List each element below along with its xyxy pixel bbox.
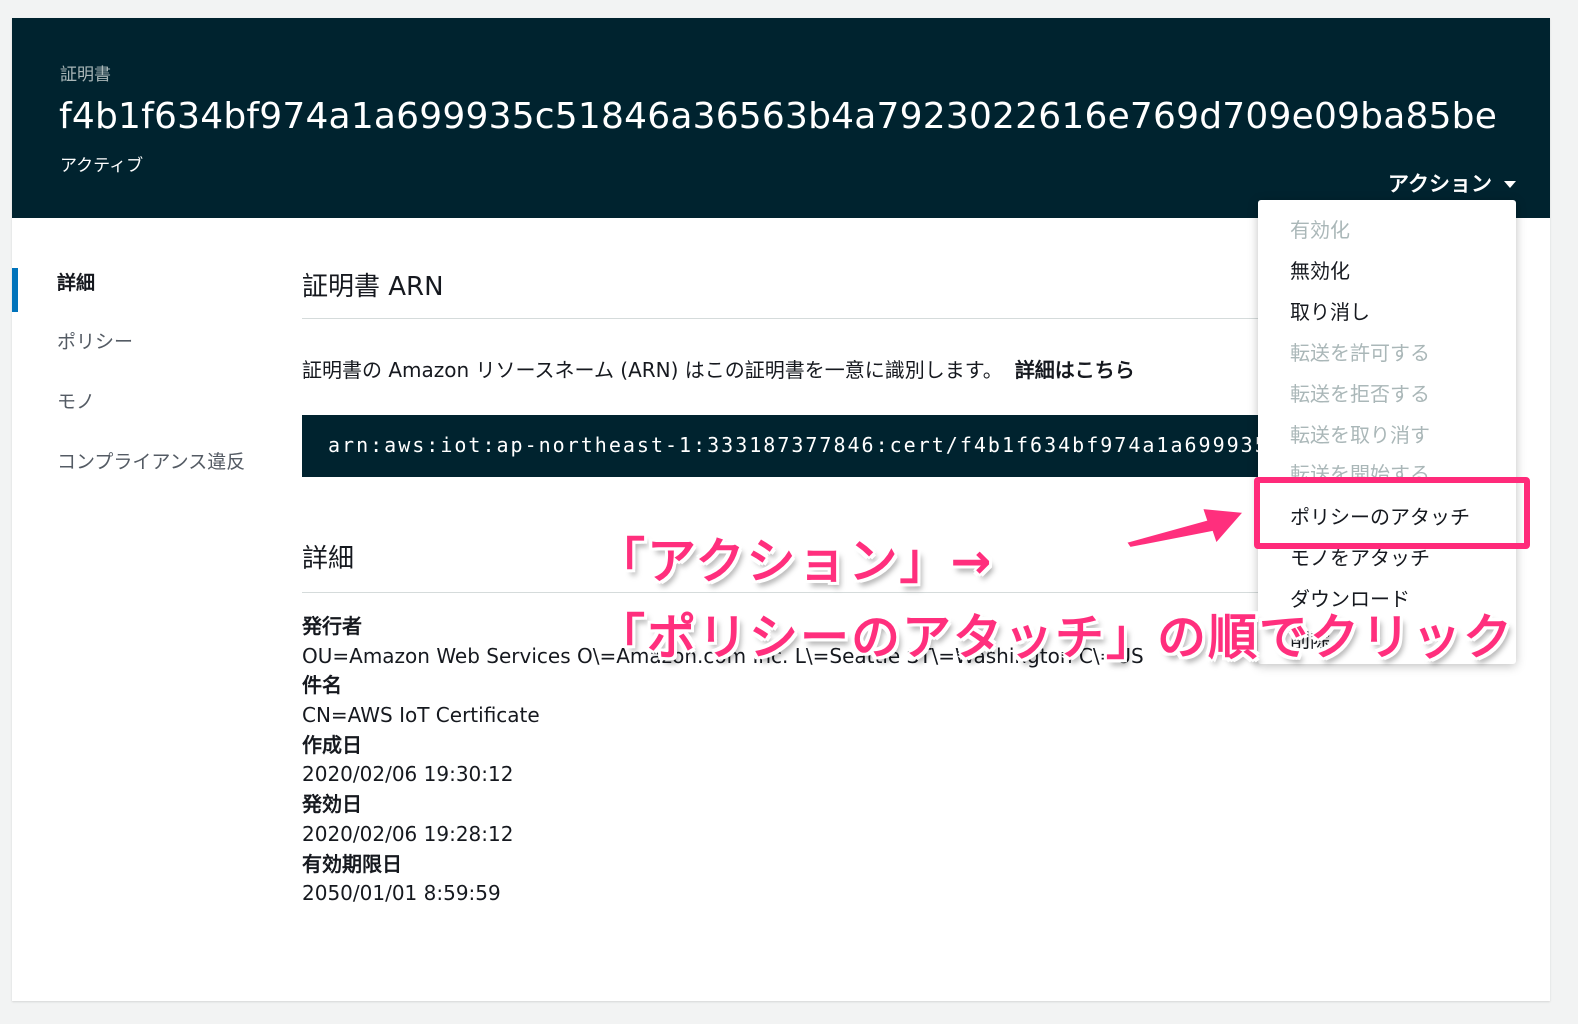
arn-section-title: 証明書 ARN (302, 272, 444, 302)
section-divider (302, 318, 1272, 319)
learn-more-link[interactable]: 詳細はこちら (1015, 358, 1135, 382)
detail-value-created: 2020/02/06 19:30:12 (302, 762, 514, 787)
menu-item-deactivate[interactable]: 無効化 (1290, 255, 1350, 284)
menu-item-accept-transfer: 転送を許可する (1290, 341, 1430, 365)
detail-label-subject: 件名 (302, 673, 342, 698)
menu-item-activate: 有効化 (1290, 218, 1350, 242)
menu-item-reject-transfer: 転送を拒否する (1290, 382, 1430, 406)
annotation-text-line1: 「アクション」→ (596, 533, 994, 590)
detail-label-expiration: 有効期限日 (302, 851, 402, 876)
status-text: アクティブ (60, 156, 144, 176)
detail-value-expiration: 2050/01/01 8:59:59 (302, 881, 501, 906)
menu-item-revoke[interactable]: 取り消し (1290, 296, 1370, 325)
menu-item-revoke-transfer: 転送を取り消す (1290, 423, 1430, 447)
sidebar-item-noncompliance[interactable]: コンプライアンス違反 (12, 445, 252, 480)
sidebar-item-things[interactable]: モノ (12, 385, 95, 420)
details-section-title: 詳細 (302, 544, 355, 574)
annotation-highlight-box (1254, 477, 1530, 549)
annotation-arrow-icon (1124, 506, 1247, 550)
arn-description: 証明書の Amazon リソースネーム (ARN) はこの証明書を一意に識別しま… (302, 354, 1135, 383)
actions-label: アクション (1388, 172, 1492, 196)
annotation-text-line2: 「ポリシーのアタッチ」の順でクリック (596, 609, 1515, 666)
caret-down-icon (1504, 180, 1516, 188)
detail-label-created: 作成日 (302, 732, 362, 757)
detail-value-effective: 2020/02/06 19:28:12 (302, 821, 514, 846)
page-title: f4b1f634bf974a1a699935c51846a36563b4a792… (59, 96, 1498, 137)
sidebar-item-policies[interactable]: ポリシー (12, 325, 133, 360)
actions-dropdown-button[interactable]: アクション (1388, 168, 1516, 198)
sidebar-item-details[interactable]: 詳細 (12, 266, 95, 312)
breadcrumb[interactable]: 証明書 (60, 60, 111, 85)
detail-label-effective: 発効日 (302, 792, 362, 817)
page-header: 証明書 f4b1f634bf974a1a699935c51846a36563b4… (12, 18, 1550, 218)
detail-value-subject: CN=AWS IoT Certificate (302, 703, 540, 728)
actions-menu: 有効化 無効化 取り消し 転送を許可する 転送を拒否する 転送を取り消す 転送を… (1258, 200, 1516, 664)
arn-value-box: arn:aws:iot:ap-northeast-1:333187377846:… (302, 415, 1272, 477)
arn-description-text: 証明書の Amazon リソースネーム (ARN) はこの証明書を一意に識別しま… (302, 358, 1003, 382)
